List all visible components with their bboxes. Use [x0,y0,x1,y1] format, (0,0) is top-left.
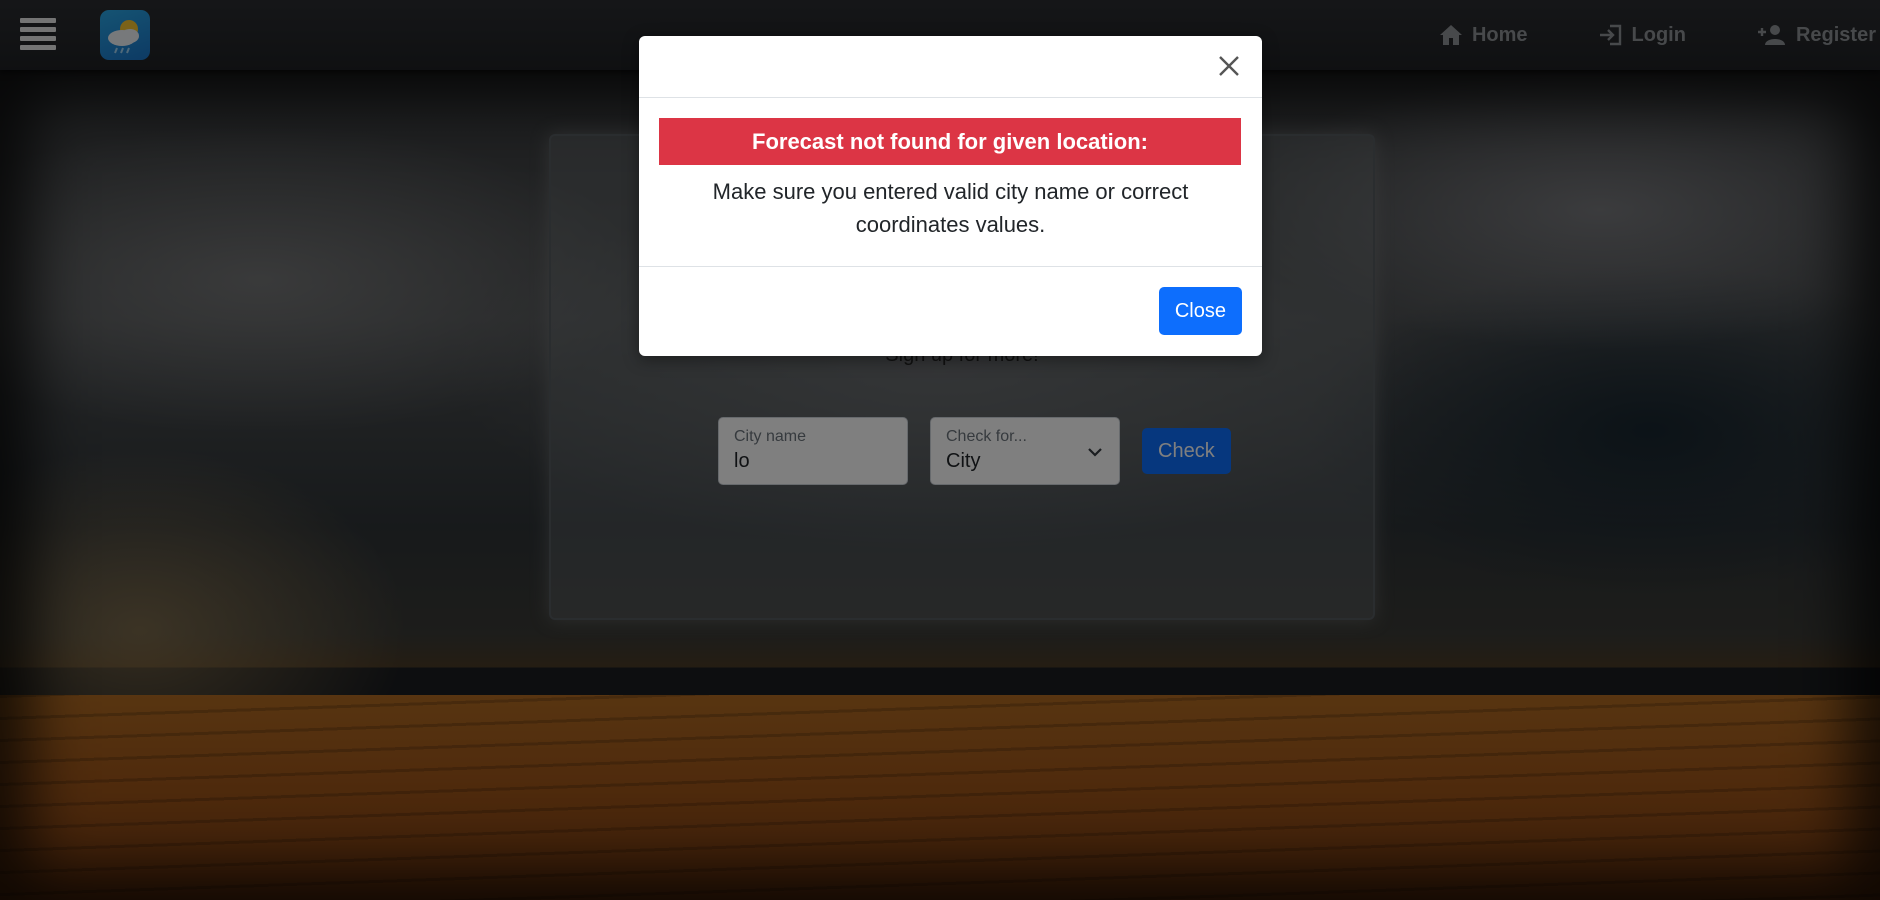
error-alert: Forecast not found for given location: [659,118,1241,165]
close-button[interactable]: Close [1158,287,1242,335]
modal-footer: Close [639,267,1262,355]
page: Home Login Register Sign up for more! [0,0,1880,900]
close-x-icon[interactable] [1214,51,1244,81]
error-message: Make sure you entered valid city name or… [712,179,1189,237]
modal-body: Forecast not found for given location: M… [639,98,1262,267]
error-modal: Forecast not found for given location: M… [639,36,1262,356]
modal-header [639,36,1262,98]
